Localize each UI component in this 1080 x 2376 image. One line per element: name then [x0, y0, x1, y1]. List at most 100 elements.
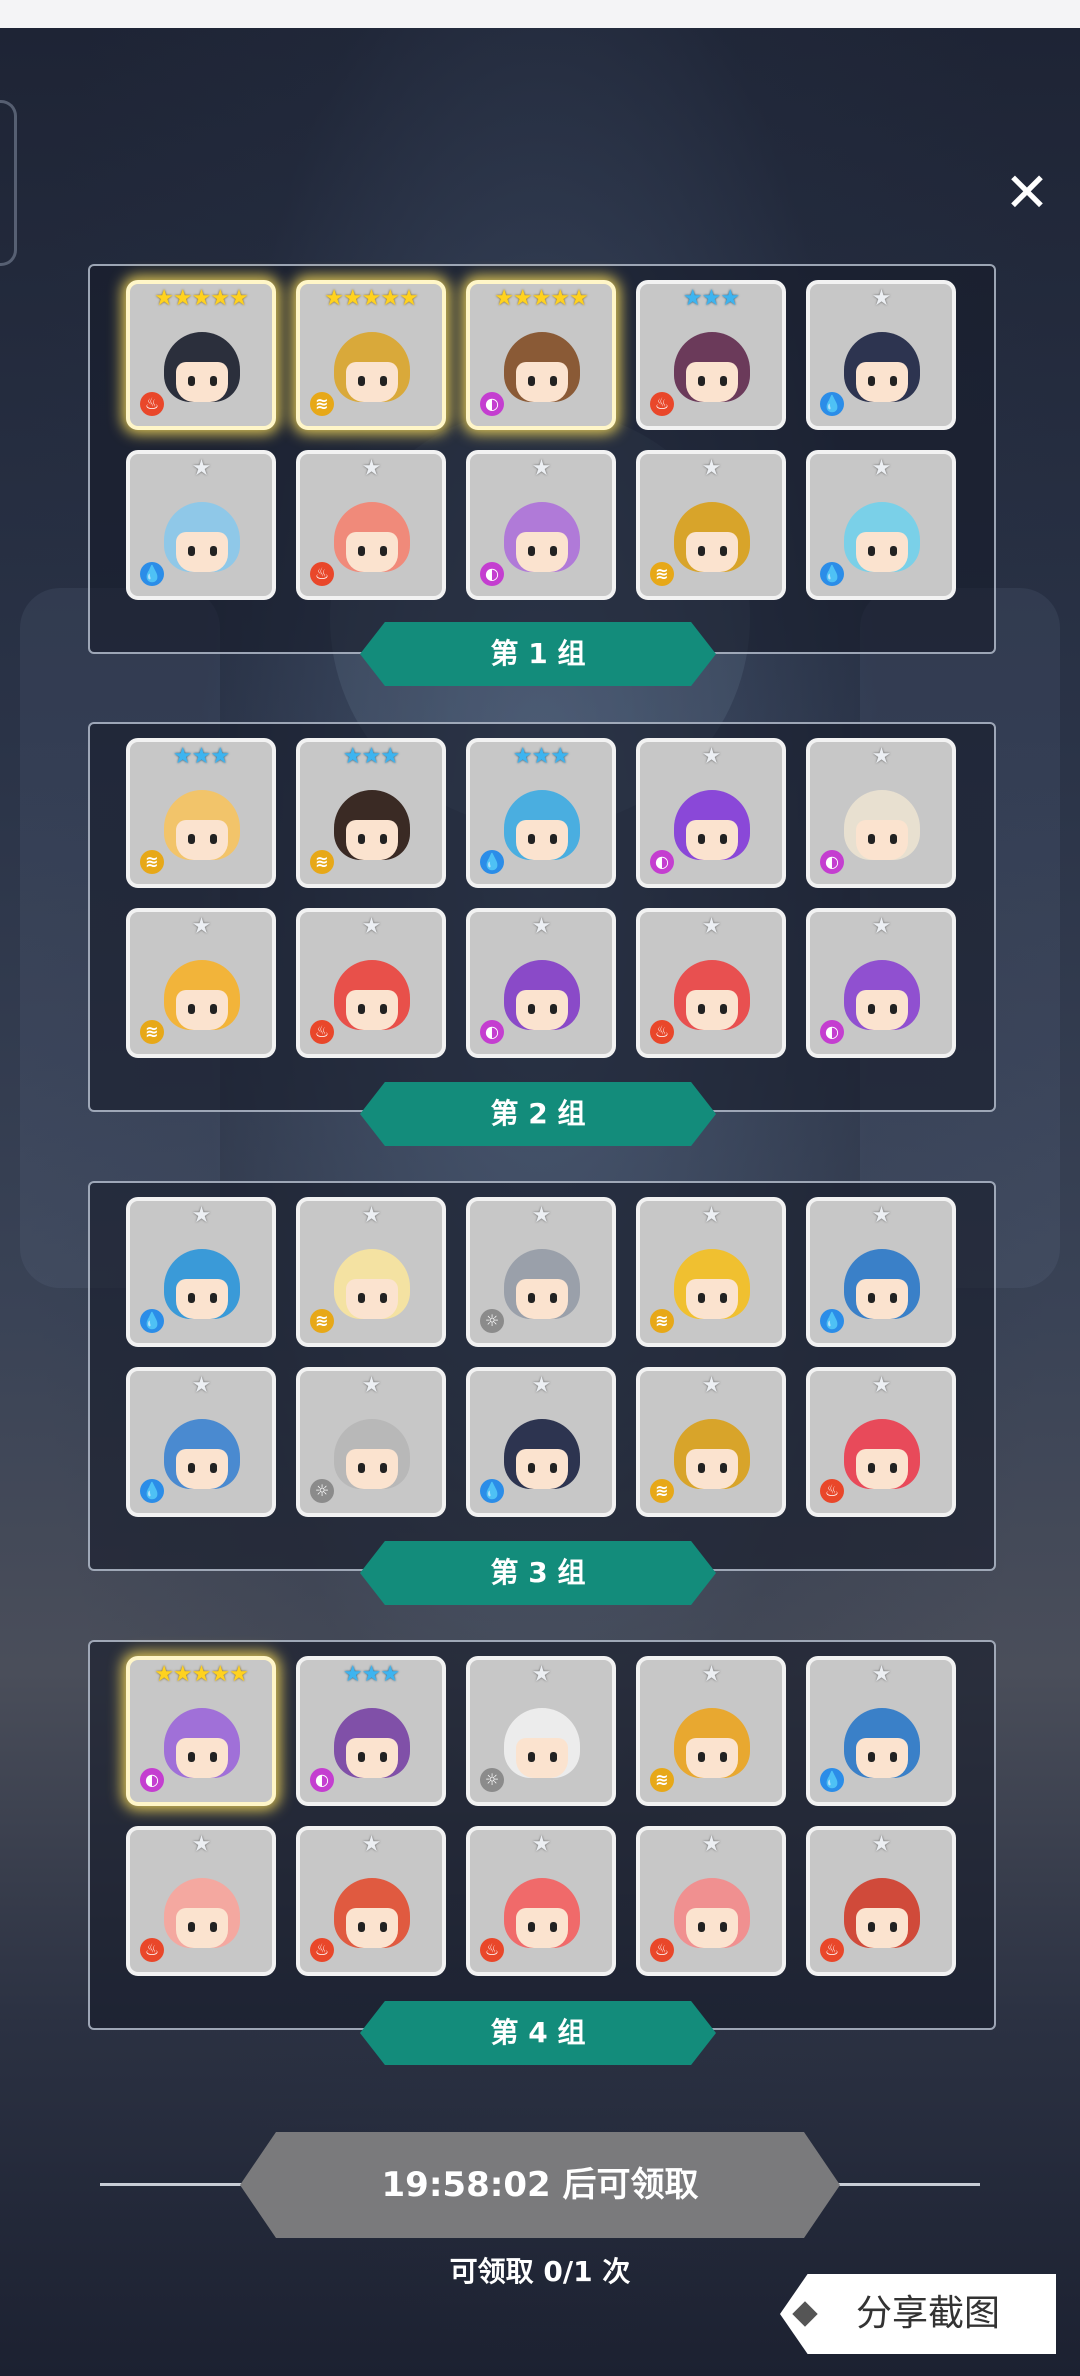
water-element-icon: 💧: [820, 392, 844, 416]
hero-card[interactable]: ★ ≋: [636, 1367, 786, 1517]
hero-card[interactable]: ★ ≋: [636, 1656, 786, 1806]
hero-card[interactable]: ★ ♨: [466, 1826, 616, 1976]
hero-card[interactable]: ★ 💧: [126, 1197, 276, 1347]
hero-eye: [868, 1293, 875, 1303]
rarity-stars: ★: [531, 914, 552, 939]
rarity-stars: ★★★: [172, 744, 230, 769]
dark-element-icon: ◐: [140, 1768, 164, 1792]
timer-divider-right: [820, 2183, 980, 2186]
hero-face: [176, 820, 228, 860]
hero-card[interactable]: ★ 💧: [806, 1656, 956, 1806]
hero-card[interactable]: ★ ♨: [806, 1367, 956, 1517]
group-label-2: 第 2 组: [360, 1082, 716, 1146]
group-label-4: 第 4 组: [360, 2001, 716, 2065]
hero-card[interactable]: ★★★ ≋: [126, 738, 276, 888]
rarity-stars: ★: [871, 1373, 892, 1398]
hero-eye: [210, 1463, 217, 1473]
share-screenshot-button[interactable]: 分享截图: [780, 2274, 1056, 2354]
wind-element-icon: ≋: [310, 392, 334, 416]
timer-divider-left: [100, 2183, 260, 2186]
hero-card[interactable]: ★ ♨: [296, 450, 446, 600]
side-tab-handle[interactable]: [0, 100, 17, 266]
hero-eye: [720, 376, 727, 386]
hero-face: [516, 362, 568, 402]
hero-card[interactable]: ★ ≋: [636, 450, 786, 600]
hero-card[interactable]: ★ ◐: [466, 450, 616, 600]
hero-card[interactable]: ★ ♨: [296, 1826, 446, 1976]
hero-eye: [550, 376, 557, 386]
claim-count-text: 可领取 0/1 次: [449, 2255, 631, 2288]
rarity-stars: ★: [701, 1203, 722, 1228]
hero-card[interactable]: ★ ☼: [466, 1656, 616, 1806]
hero-card[interactable]: ★★★★★ ♨: [126, 280, 276, 430]
hero-face: [346, 1449, 398, 1489]
water-element-icon: 💧: [820, 562, 844, 586]
close-icon[interactable]: ✕: [1002, 166, 1052, 220]
hero-card[interactable]: ★ 💧: [126, 450, 276, 600]
hero-card[interactable]: ★★★★★ ≋: [296, 280, 446, 430]
fire-element-icon: ♨: [650, 392, 674, 416]
light-element-icon: ☼: [310, 1479, 334, 1503]
hero-card[interactable]: ★★★★★ ◐: [466, 280, 616, 430]
hero-card[interactable]: ★ ◐: [636, 738, 786, 888]
wind-element-icon: ≋: [310, 1309, 334, 1333]
hero-card[interactable]: ★ ♨: [636, 908, 786, 1058]
hero-eye: [210, 1004, 217, 1014]
hero-eye: [890, 1004, 897, 1014]
claim-timer-button[interactable]: 19:58:02 后可领取: [240, 2132, 840, 2238]
hero-card[interactable]: ★ ♨: [296, 908, 446, 1058]
hero-card[interactable]: ★★★ ◐: [296, 1656, 446, 1806]
hero-card[interactable]: ★★★ ≋: [296, 738, 446, 888]
water-element-icon: 💧: [140, 1479, 164, 1503]
hero-card[interactable]: ★ ♨: [806, 1826, 956, 1976]
fire-element-icon: ♨: [310, 1938, 334, 1962]
hero-face: [686, 362, 738, 402]
hero-card[interactable]: ★ 💧: [466, 1367, 616, 1517]
hero-face: [176, 532, 228, 572]
hero-eye: [720, 1004, 727, 1014]
dark-element-icon: ◐: [650, 850, 674, 874]
hero-eye: [210, 834, 217, 844]
hero-card[interactable]: ★ 💧: [806, 450, 956, 600]
fire-element-icon: ♨: [480, 1938, 504, 1962]
hero-eye: [188, 1004, 195, 1014]
rarity-stars: ★: [871, 1203, 892, 1228]
hero-group-1: ★★★★★ ♨ ★★★★★ ≋ ★★★★★ ◐ ★★★ ♨ ★ 💧 ★ 💧 ★ ♨ ★ ◐ ★ ≋ ★ 💧: [88, 264, 996, 654]
hero-face: [176, 990, 228, 1030]
hero-card[interactable]: ★ ◐: [466, 908, 616, 1058]
hero-card[interactable]: ★ ☼: [466, 1197, 616, 1347]
hero-eye: [698, 834, 705, 844]
hero-eye: [380, 1004, 387, 1014]
hero-eye: [358, 546, 365, 556]
hero-card[interactable]: ★ ≋: [636, 1197, 786, 1347]
hero-card[interactable]: ★ ◐: [806, 908, 956, 1058]
hero-card[interactable]: ★ 💧: [806, 280, 956, 430]
hero-eye: [188, 1752, 195, 1762]
hero-card[interactable]: ★ ◐: [806, 738, 956, 888]
hero-face: [686, 532, 738, 572]
hero-card[interactable]: ★★★★★ ◐: [126, 1656, 276, 1806]
hero-card[interactable]: ★ 💧: [126, 1367, 276, 1517]
hero-face: [856, 1279, 908, 1319]
fire-element-icon: ♨: [140, 1938, 164, 1962]
hero-eye: [720, 834, 727, 844]
wind-element-icon: ≋: [650, 562, 674, 586]
hero-group-2: ★★★ ≋ ★★★ ≋ ★★★ 💧 ★ ◐ ★ ◐ ★ ≋ ★ ♨ ★ ◐ ★ ♨ ★ ◐: [88, 722, 996, 1112]
hero-card[interactable]: ★★★ 💧: [466, 738, 616, 888]
hero-face: [686, 1908, 738, 1948]
rarity-stars: ★: [871, 1832, 892, 1857]
water-element-icon: 💧: [140, 562, 164, 586]
hero-card[interactable]: ★ ≋: [296, 1197, 446, 1347]
hero-face: [856, 532, 908, 572]
hero-card[interactable]: ★ ♨: [126, 1826, 276, 1976]
hero-card[interactable]: ★★★ ♨: [636, 280, 786, 430]
hero-card[interactable]: ★ 💧: [806, 1197, 956, 1347]
hero-card[interactable]: ★ ≋: [126, 908, 276, 1058]
hero-card[interactable]: ★ ☼: [296, 1367, 446, 1517]
hero-eye: [210, 376, 217, 386]
hero-eye: [528, 546, 535, 556]
hero-face: [516, 990, 568, 1030]
hero-card[interactable]: ★ ♨: [636, 1826, 786, 1976]
hero-eye: [720, 1922, 727, 1932]
hero-eye: [358, 1752, 365, 1762]
